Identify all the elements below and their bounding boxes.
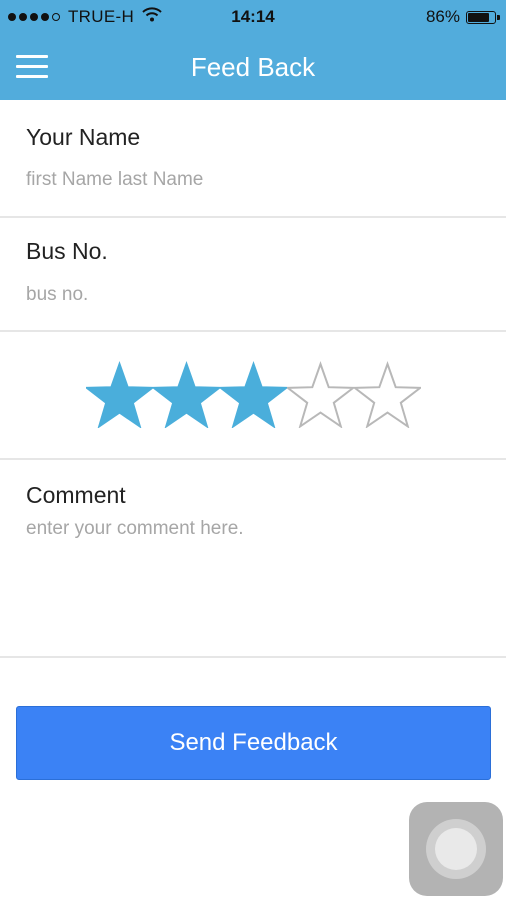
status-right: 86% xyxy=(425,7,500,27)
navigation-bar: Feed Back xyxy=(0,36,506,100)
star-empty-icon[interactable] xyxy=(351,360,424,429)
header-bar: TRUE-H 14:14 86% Feed Back xyxy=(0,0,506,100)
comment-label: Comment xyxy=(26,482,126,508)
star-rating[interactable] xyxy=(83,360,424,429)
comment-textarea[interactable] xyxy=(26,518,476,618)
battery-fill xyxy=(468,12,489,22)
send-feedback-button[interactable]: Send Feedback xyxy=(16,706,491,780)
assistive-touch-button[interactable] xyxy=(409,802,503,896)
comment-section: Comment xyxy=(0,460,506,658)
star-filled-icon[interactable] xyxy=(83,360,156,429)
star-filled-icon[interactable] xyxy=(217,360,290,429)
name-section: Your Name xyxy=(0,100,506,218)
status-bar: TRUE-H 14:14 86% xyxy=(0,0,506,34)
battery-icon xyxy=(466,10,500,24)
name-label: Your Name xyxy=(26,124,141,150)
bus-number-input[interactable] xyxy=(26,280,476,310)
battery-tip xyxy=(497,14,500,20)
page-title: Feed Back xyxy=(190,52,316,82)
bus-section: Bus No. xyxy=(0,218,506,332)
star-filled-icon[interactable] xyxy=(150,360,223,429)
assistive-touch-core xyxy=(435,828,477,870)
bus-label: Bus No. xyxy=(26,238,108,264)
name-input[interactable] xyxy=(26,165,476,195)
star-empty-icon[interactable] xyxy=(284,360,357,429)
battery-percent: 86% xyxy=(425,7,460,26)
